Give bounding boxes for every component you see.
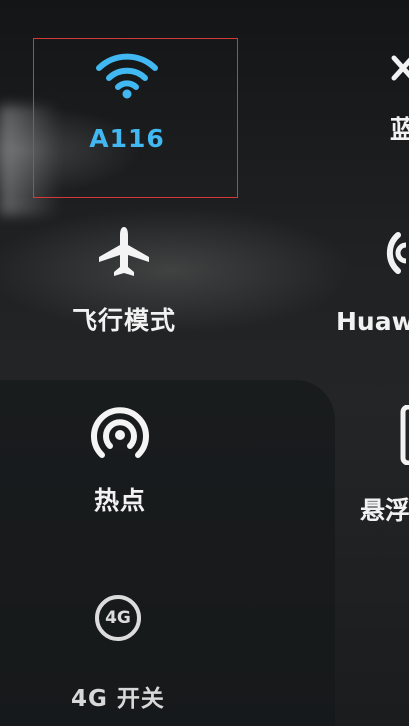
share-icon [386, 232, 409, 274]
tile-huawei-share[interactable]: Huawe [336, 225, 409, 336]
tile-airplane-mode[interactable]: 飞行模式 [34, 225, 214, 337]
tile-mobile-data-label: 4G 开关 [71, 686, 165, 712]
floating-window-icon [400, 404, 409, 466]
selection-highlight-box [33, 38, 238, 198]
4g-icon-text: 4G [105, 608, 131, 628]
tile-hotspot-label: 热点 [93, 486, 146, 515]
tile-hotspot[interactable]: 热点 [30, 405, 210, 517]
tile-bluetooth-label: 蓝 [390, 115, 409, 144]
tile-floating-window[interactable]: 悬浮 [360, 404, 409, 527]
tile-airplane-label: 飞行模式 [71, 306, 176, 335]
tile-floating-label: 悬浮 [360, 496, 409, 525]
tile-huawei-share-label: Huawe [336, 307, 409, 336]
quick-settings-panel: A116 飞行模式 热点 4G 4G 开关 蓝 Huaw 悬浮 [0, 0, 409, 726]
tile-bluetooth[interactable]: 蓝 [390, 50, 409, 146]
4g-icon: 4G [95, 595, 141, 641]
bluetooth-icon [391, 55, 409, 81]
tile-mobile-data[interactable]: 4G 4G 开关 [28, 595, 208, 713]
airplane-icon [99, 227, 149, 276]
hotspot-icon [91, 407, 149, 458]
